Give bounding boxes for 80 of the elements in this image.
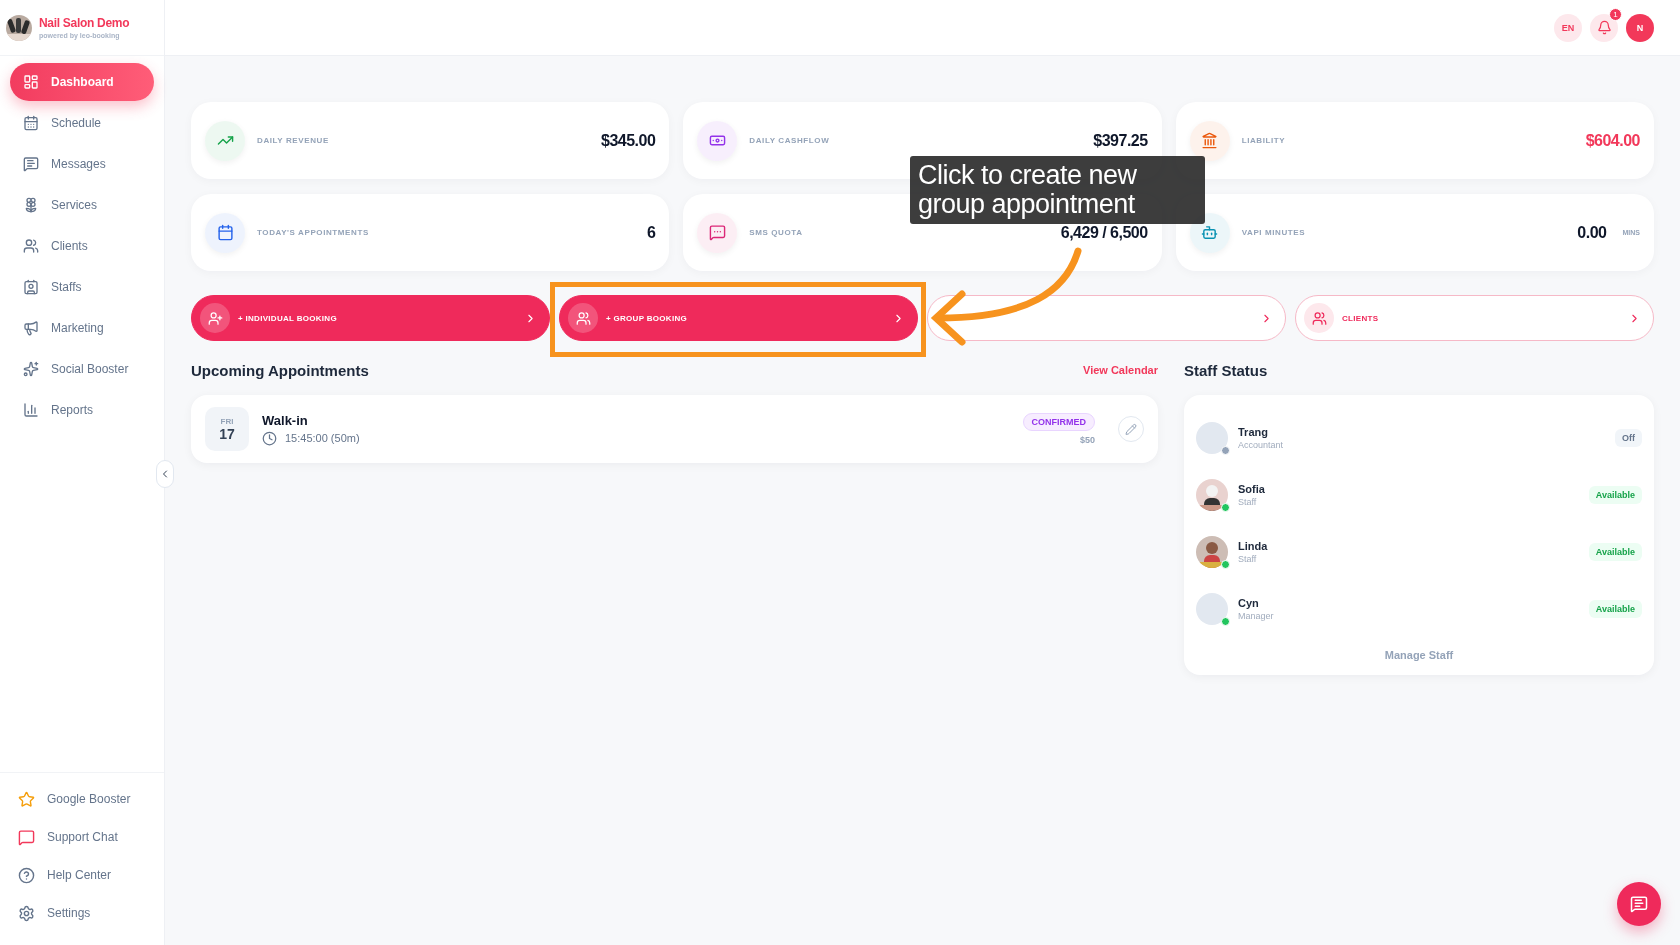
sidebar-item[interactable]: Social Booster [10, 350, 154, 388]
section-title: Upcoming Appointments [191, 361, 369, 379]
stat-value: $604.00 [1585, 131, 1640, 150]
users-icon [1311, 310, 1327, 326]
stat-label: DAILY CASHFLOW [749, 136, 831, 145]
stat-value: $345.00 [601, 131, 656, 150]
settings-icon [18, 904, 35, 922]
collapse-button[interactable] [156, 460, 174, 488]
sidebar-item[interactable]: Reports [10, 391, 154, 429]
notification-button[interactable] [1590, 13, 1618, 42]
manage-staff-link[interactable]: Manage Staff [1384, 649, 1454, 661]
action-button[interactable]: + INDIVIDUAL BOOKING [191, 295, 550, 341]
chat-icon [1630, 895, 1648, 913]
stat-label: VAPI MINUTES [1241, 228, 1307, 237]
chat-button[interactable] [1617, 882, 1661, 926]
sidebar-item[interactable]: Clients [10, 227, 154, 265]
users-icon [575, 310, 591, 326]
users-icon [23, 238, 39, 254]
sidebar-item[interactable]: Services [10, 186, 154, 224]
megaphone-icon [23, 320, 39, 336]
calendar-icon [23, 115, 39, 131]
staff-name: Cyn [1238, 596, 1260, 609]
day-number: 17 [219, 425, 235, 442]
stat-label: SMS QUOTA [749, 228, 804, 237]
stat-label: DAILY REVENUE [257, 136, 330, 145]
status-tag: CONFIRMED [1022, 413, 1095, 431]
appointment-time: 15:45:00 (50m) [285, 432, 360, 444]
sidebar-item[interactable]: Staffs [10, 268, 154, 306]
appointment-name: Walk-in [262, 412, 309, 428]
action-button[interactable]: CLIENTS [1295, 295, 1654, 341]
appointment-card[interactable]: FRI 17 Walk-in 15:45:00 (50m) CONFIRMED $50 [191, 395, 1158, 463]
view-calendar-link[interactable]: View Calendar [1083, 364, 1158, 376]
user-plus-icon [207, 310, 223, 326]
staff-name: Trang [1238, 425, 1269, 438]
help-icon [18, 866, 35, 884]
sidebar-item[interactable]: Help Center [18, 861, 154, 889]
bell-icon [1596, 20, 1612, 35]
sidebar-item[interactable]: Google Booster [18, 785, 154, 813]
stat-value: 6 [646, 223, 656, 242]
clock-icon [262, 430, 277, 446]
bar-chart-icon [23, 402, 39, 418]
stat-value: 0.00 [1577, 223, 1607, 242]
sidebar-item[interactable]: Marketing [10, 309, 154, 347]
chat-icon [18, 828, 35, 846]
notification-count: 1 [1609, 7, 1622, 21]
user-avatar[interactable]: N [1626, 13, 1654, 42]
weekday: FRI [220, 416, 234, 426]
status-tag: Available [1588, 542, 1642, 561]
stat-label: LIABILITY [1241, 136, 1287, 145]
sidebar-item[interactable]: Schedule [10, 104, 154, 142]
stat-value: 6,429 / 6,500 [1060, 223, 1148, 242]
brand-name: Nail Salon Demo [39, 16, 130, 30]
staff-role: Staff [1238, 553, 1258, 564]
sidebar-item[interactable]: Messages [10, 145, 154, 183]
message-icon [23, 156, 39, 172]
sparkles-icon [23, 361, 39, 377]
staff-role: Accountant [1238, 439, 1284, 450]
action-button[interactable] [927, 295, 1286, 341]
staff-name: Sofia [1238, 482, 1265, 495]
dashboard-icon [23, 74, 39, 90]
staff-role: Staff [1238, 496, 1258, 507]
pencil-icon [1125, 422, 1137, 436]
section-title: Staff Status [1184, 361, 1268, 379]
stat-value: $397.25 [1093, 131, 1148, 150]
sidebar-item[interactable]: Settings [18, 899, 154, 927]
status-tag: Available [1588, 599, 1642, 618]
edit-button[interactable] [1118, 416, 1144, 442]
staff-name: Linda [1238, 539, 1268, 552]
star-icon [18, 790, 35, 808]
id-card-icon [23, 279, 39, 295]
appointment-price: $50 [1079, 435, 1095, 445]
status-tag: Available [1588, 485, 1642, 504]
tooltip: Click to create new group appointment [910, 156, 1205, 224]
status-tag: Off [1615, 428, 1642, 447]
staff-role: Manager [1238, 610, 1274, 621]
stat-label: TODAY'S APPOINTMENTS [257, 228, 370, 237]
sidebar-item[interactable]: Dashboard [10, 63, 154, 101]
language-button[interactable]: EN [1554, 13, 1582, 42]
action-button[interactable]: + GROUP BOOKING [559, 295, 918, 341]
sidebar-item[interactable]: Support Chat [18, 823, 154, 851]
